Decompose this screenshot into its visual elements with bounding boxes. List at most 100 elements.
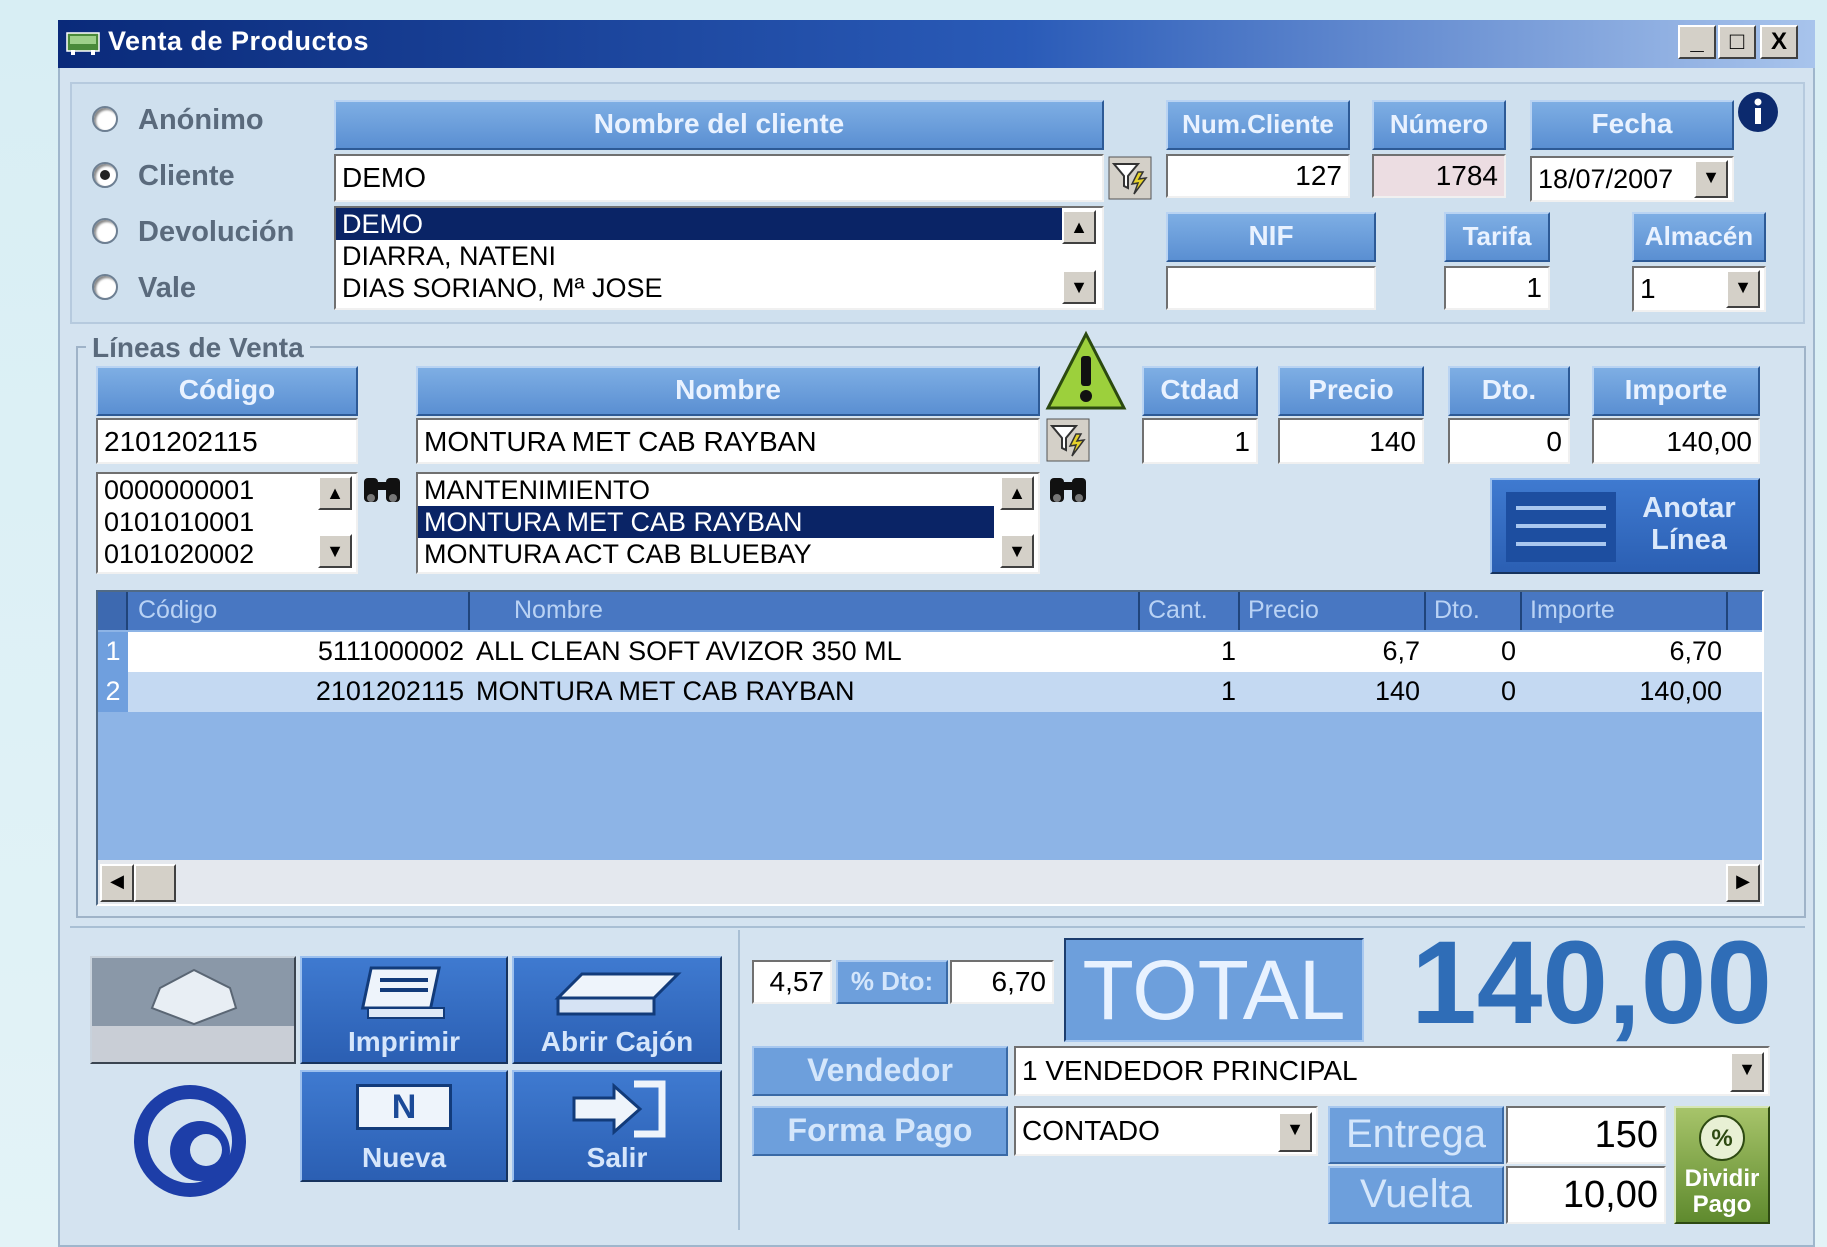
nueva-button[interactable]: N Nueva (300, 1070, 508, 1182)
tarifa-field[interactable]: 1 (1444, 266, 1550, 310)
grid-header-row (98, 592, 1762, 630)
grid-col-importe[interactable]: Importe (1530, 592, 1615, 630)
cell-dto: 0 (1500, 636, 1516, 666)
forma-pago-dropdown-icon[interactable]: ▼ (1278, 1112, 1312, 1152)
binoculars-icon[interactable] (360, 472, 404, 508)
table-row[interactable]: 1 5111000002 ALL CLEAN SOFT AVIZOR 350 M… (98, 632, 1762, 672)
info-icon[interactable] (1736, 90, 1780, 134)
radio-anonimo-label[interactable]: Anónimo (138, 104, 264, 137)
dto-label: % Dto: (836, 960, 948, 1004)
scroll-left-icon[interactable]: ◀ (100, 864, 134, 902)
grid-col-precio[interactable]: Precio (1248, 592, 1319, 630)
vendedor-dropdown-icon[interactable]: ▼ (1730, 1052, 1764, 1092)
binoculars-icon[interactable] (1046, 472, 1090, 508)
lineas-group-label: Líneas de Venta (86, 332, 310, 364)
table-row[interactable]: 2 2101202115 MONTURA MET CAB RAYBAN 1 14… (98, 672, 1762, 712)
nif-field[interactable] (1166, 266, 1376, 310)
filter-icon[interactable] (1108, 156, 1152, 200)
imprimir-button[interactable]: Imprimir (300, 956, 508, 1064)
scroll-up-icon[interactable]: ▲ (318, 476, 352, 510)
anotar-linea-button[interactable]: Anotar Línea (1490, 478, 1760, 574)
grid-col-cant[interactable]: Cant. (1148, 592, 1208, 630)
percent-icon: % (1699, 1115, 1745, 1161)
scroll-right-icon[interactable]: ▶ (1726, 864, 1760, 902)
cell-cant: 1 (1220, 636, 1236, 666)
num-cliente-field[interactable]: 127 (1166, 154, 1350, 198)
scroll-down-icon[interactable]: ▼ (1062, 270, 1096, 304)
fecha-dropdown-icon[interactable]: ▼ (1694, 160, 1728, 198)
col-divider (1138, 592, 1140, 630)
list-item[interactable]: MONTURA MET CAB RAYBAN (418, 506, 994, 538)
radio-selected-dot (100, 170, 110, 180)
nombre-list[interactable]: MANTENIMIENTO MONTURA MET CAB RAYBAN MON… (416, 472, 1040, 574)
grid-col-dto[interactable]: Dto. (1434, 592, 1480, 630)
nombre-input[interactable]: MONTURA MET CAB RAYBAN (416, 418, 1040, 464)
exit-icon (572, 1080, 666, 1138)
scroll-down-icon[interactable]: ▼ (1000, 534, 1034, 568)
list-item[interactable]: MANTENIMIENTO (418, 474, 1038, 506)
importe-header: Importe (1592, 366, 1760, 416)
cell-precio: 140 (1374, 676, 1420, 706)
scroll-up-icon[interactable]: ▲ (1000, 476, 1034, 510)
dto-header: Dto. (1448, 366, 1570, 416)
codigo-input[interactable]: 2101202115 (96, 418, 358, 464)
cash-button[interactable] (90, 956, 296, 1064)
abrir-cajon-button[interactable]: Abrir Cajón (512, 956, 722, 1064)
almacen-dropdown-icon[interactable]: ▼ (1726, 270, 1760, 308)
nombre-header: Nombre (416, 366, 1040, 416)
window-title: Venta de Productos (108, 26, 370, 56)
grid-col-codigo[interactable]: Código (138, 592, 217, 630)
dto-pct-field[interactable]: 4,57 (752, 960, 832, 1004)
dividir-label-1: Dividir (1684, 1165, 1760, 1192)
importe-input[interactable]: 140,00 (1592, 418, 1760, 464)
list-item[interactable]: DIAS SORIANO, Mª JOSE (336, 272, 1102, 304)
entrega-field[interactable]: 150 (1506, 1106, 1666, 1164)
forma-pago-select[interactable]: CONTADO (1014, 1106, 1318, 1156)
close-button[interactable]: X (1760, 25, 1798, 59)
total-value: 140,00 (1411, 917, 1772, 1049)
radio-vale-label[interactable]: Vale (138, 272, 196, 305)
window-app-icon (66, 32, 100, 55)
client-list[interactable]: DEMO DIARRA, NATENI DIAS SORIANO, Mª JOS… (334, 206, 1104, 310)
client-name-input[interactable]: DEMO (334, 154, 1104, 202)
minimize-button[interactable]: _ (1678, 25, 1716, 59)
scroll-thumb[interactable] (134, 864, 176, 902)
cell-nombre: MONTURA MET CAB RAYBAN (476, 676, 855, 706)
entrega-label: Entrega (1328, 1106, 1504, 1164)
col-divider (1424, 592, 1426, 630)
scroll-down-icon[interactable]: ▼ (318, 534, 352, 568)
new-doc-icon: N (356, 1084, 452, 1130)
dto-input[interactable]: 0 (1448, 418, 1570, 464)
radio-devolucion-label[interactable]: Devolución (138, 216, 294, 249)
list-item[interactable]: DIARRA, NATENI (336, 240, 1102, 272)
fecha-header: Fecha (1530, 100, 1734, 150)
list-item[interactable]: DEMO (336, 208, 1062, 240)
radio-cliente-label[interactable]: Cliente (138, 160, 235, 193)
salir-button[interactable]: Salir (512, 1070, 722, 1182)
vuelta-field: 10,00 (1506, 1166, 1666, 1224)
horizontal-scrollbar[interactable] (98, 860, 1762, 904)
lines-icon (1506, 492, 1616, 562)
dividir-pago-button[interactable]: % Dividir Pago (1674, 1106, 1770, 1224)
vendedor-select[interactable]: 1 VENDEDOR PRINCIPAL (1014, 1046, 1770, 1096)
maximize-button[interactable]: □ (1718, 25, 1756, 59)
radio-vale[interactable] (92, 274, 118, 300)
radio-cliente[interactable] (92, 162, 118, 188)
grid-col-nombre[interactable]: Nombre (514, 592, 603, 630)
dto-amount-field[interactable]: 6,70 (950, 960, 1054, 1004)
ctdad-input[interactable]: 1 (1142, 418, 1258, 464)
list-item[interactable]: MONTURA ACT CAB BLUEBAY (418, 538, 1038, 570)
printer-icon (360, 966, 445, 1019)
warning-icon (1045, 330, 1127, 410)
scroll-up-icon[interactable]: ▲ (1062, 210, 1096, 244)
radio-anonimo[interactable] (92, 106, 118, 132)
cell-dto: 0 (1500, 676, 1516, 706)
sales-lines-grid[interactable]: Código Nombre Cant. Precio Dto. Importe … (96, 590, 1764, 906)
radio-devolucion[interactable] (92, 218, 118, 244)
filter-icon[interactable] (1046, 418, 1090, 462)
precio-input[interactable]: 140 (1278, 418, 1424, 464)
total-label: TOTAL (1064, 938, 1364, 1042)
col-divider (468, 592, 470, 630)
drawer-icon (554, 972, 682, 1016)
cell-importe: 140,00 (1639, 676, 1722, 706)
